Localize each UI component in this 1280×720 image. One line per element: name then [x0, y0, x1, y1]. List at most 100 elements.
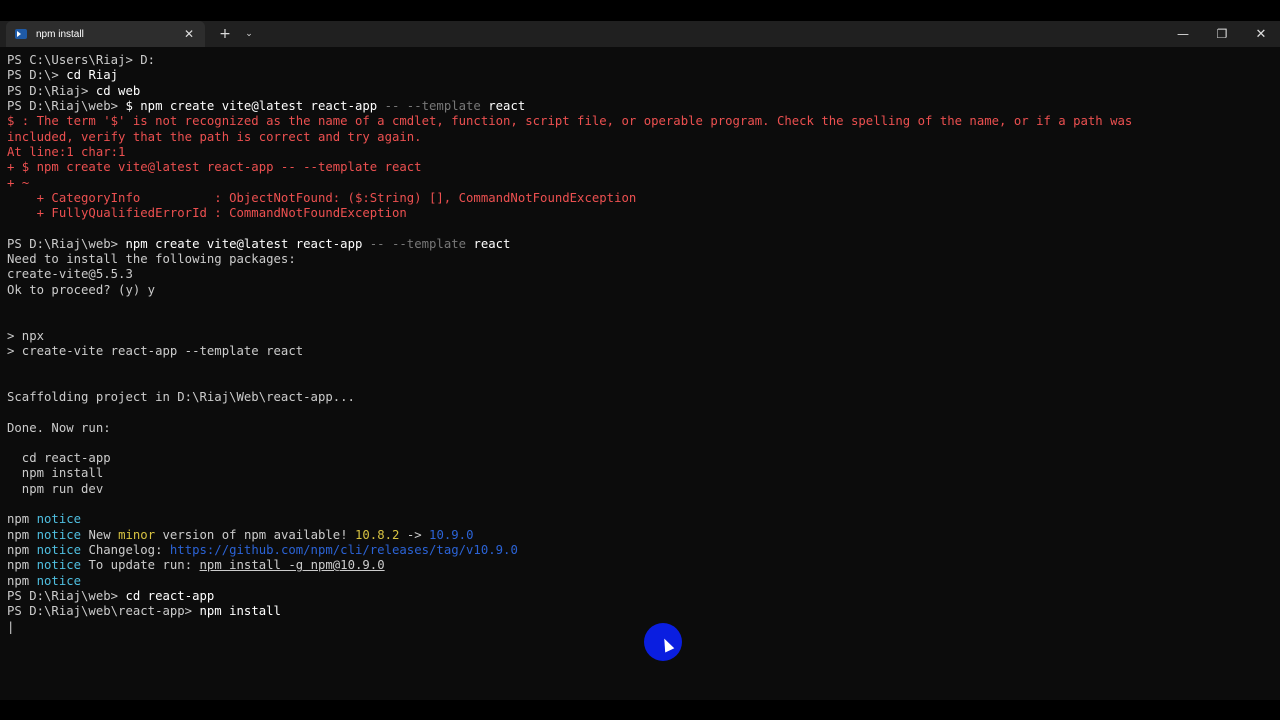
- terminal-line: At line:1 char:1: [7, 145, 1275, 160]
- terminal-line: cd react-app: [7, 451, 1275, 466]
- terminal-text: react: [473, 236, 511, 251]
- terminal-text: npm: [7, 558, 37, 573]
- letterbox-top: [0, 0, 1280, 21]
- terminal-text: 10.9.0: [429, 527, 474, 542]
- chevron-down-icon[interactable]: ⌄: [240, 21, 258, 47]
- terminal-line: included, verify that the path is correc…: [7, 130, 1275, 145]
- terminal-text: > create-vite react-app --template react: [7, 343, 304, 358]
- title-bar: npm install ✕ + ⌄ — ❐ ✕: [0, 21, 1280, 47]
- terminal-text: New: [81, 527, 119, 542]
- terminal-line: npm run dev: [7, 482, 1275, 497]
- terminal-text: Changelog:: [81, 543, 170, 557]
- terminal-window: npm install ✕ + ⌄ — ❐ ✕ PS C:\Users\Riaj…: [0, 21, 1280, 700]
- terminal-text: PS D:\Riaj\web>: [7, 236, 126, 251]
- terminal-line: + FullyQualifiedErrorId : CommandNotFoun…: [7, 206, 1275, 221]
- terminal-text: version of npm available!: [155, 527, 355, 542]
- terminal-text: npm: [7, 543, 37, 557]
- terminal-line: |: [7, 620, 1275, 635]
- terminal-text: cd Riaj: [66, 68, 119, 83]
- terminal-line: npm notice To update run: npm install -g…: [7, 558, 1275, 573]
- terminal-text: minor: [118, 527, 156, 542]
- terminal-text: PS C:\Users\Riaj> D:: [7, 53, 156, 67]
- terminal-text: included, verify that the path is correc…: [7, 129, 422, 144]
- terminal-text: npm: [7, 512, 37, 527]
- letterbox-bottom: [0, 700, 1280, 720]
- terminal-text: $ : The term '$' is not recognized as th…: [7, 114, 1133, 129]
- terminal-line: + ~: [7, 176, 1275, 191]
- terminal-text: At line:1 char:1: [7, 144, 126, 159]
- terminal-text: PS D:\Riaj\web>: [7, 588, 126, 603]
- terminal-text: npm: [7, 527, 37, 542]
- terminal-line: $ : The term '$' is not recognized as th…: [7, 114, 1275, 129]
- terminal-line: Need to install the following packages:: [7, 252, 1275, 267]
- terminal-text: PS D:\Riaj\web\react-app>: [7, 604, 200, 619]
- terminal-text: $ npm create vite@latest react-app: [125, 98, 385, 113]
- terminal-text: + ~: [7, 175, 30, 190]
- terminal-line: npm notice: [7, 512, 1275, 527]
- terminal-line: PS D:\Riaj\web> cd react-app: [7, 589, 1275, 604]
- tab-npm-install[interactable]: npm install ✕: [6, 21, 205, 47]
- terminal-line: Ok to proceed? (y) y: [7, 283, 1275, 298]
- terminal-line: + CategoryInfo : ObjectNotFound: ($:Stri…: [7, 191, 1275, 206]
- terminal-text: + CategoryInfo : ObjectNotFound: ($:Stri…: [7, 190, 637, 205]
- terminal-text: notice: [36, 512, 82, 527]
- close-icon[interactable]: ✕: [184, 27, 194, 41]
- terminal-text: notice: [36, 558, 82, 573]
- terminal-text: PS D:\>: [7, 68, 67, 83]
- terminal-text: To update run:: [81, 558, 200, 573]
- terminal-text: cd react-app: [7, 451, 111, 466]
- terminal-text: -- --template: [384, 98, 489, 113]
- terminal-line: PS C:\Users\Riaj> D:: [7, 53, 1275, 68]
- terminal-text: npm install: [199, 604, 281, 619]
- terminal-text: cd web: [95, 83, 141, 98]
- minimize-icon[interactable]: —: [1166, 21, 1200, 47]
- terminal-text: -- --template: [369, 236, 474, 251]
- terminal-line: > create-vite react-app --template react: [7, 344, 1275, 359]
- terminal-text: + FullyQualifiedErrorId : CommandNotFoun…: [7, 206, 407, 221]
- terminal-line: > npx: [7, 329, 1275, 344]
- powershell-icon: [15, 29, 27, 39]
- terminal-line: npm notice: [7, 574, 1275, 589]
- terminal-line: npm install: [7, 466, 1275, 481]
- terminal-text: https://github.com/npm/cli/releases/tag/…: [169, 543, 518, 557]
- plus-icon[interactable]: +: [214, 21, 236, 47]
- terminal-text: notice: [36, 527, 82, 542]
- terminal-text: + $ npm create vite@latest react-app -- …: [7, 160, 422, 175]
- terminal-line: PS D:\> cd Riaj: [7, 68, 1275, 83]
- terminal-line: Done. Now run:: [7, 421, 1275, 436]
- maximize-icon[interactable]: ❐: [1206, 21, 1238, 47]
- terminal-line: Scaffolding project in D:\Riaj\Web\react…: [7, 390, 1275, 405]
- terminal-text: notice: [36, 543, 82, 557]
- terminal-line: npm notice Changelog: https://github.com…: [7, 543, 1275, 558]
- terminal-text: npm: [7, 573, 37, 588]
- terminal-text: create-vite@5.5.3: [7, 267, 133, 282]
- terminal-text: notice: [36, 573, 82, 588]
- terminal-text: PS D:\Riaj>: [7, 83, 96, 98]
- terminal-text: Ok to proceed? (y) y: [7, 282, 156, 297]
- terminal-text: cd react-app: [125, 588, 215, 603]
- terminal-line: PS D:\Riaj\web> npm create vite@latest r…: [7, 237, 1275, 252]
- terminal-text: ->: [399, 527, 430, 542]
- terminal-text: react: [488, 98, 526, 113]
- terminal-output[interactable]: PS C:\Users\Riaj> D: PS D:\> cd Riaj PS D:…: [7, 53, 1275, 635]
- terminal-line: PS D:\Riaj> cd web: [7, 84, 1275, 99]
- close-window-icon[interactable]: ✕: [1244, 21, 1278, 47]
- terminal-line: npm notice New minor version of npm avai…: [7, 528, 1275, 543]
- terminal-line: + $ npm create vite@latest react-app -- …: [7, 160, 1275, 175]
- terminal-text: PS D:\Riaj\web>: [7, 98, 126, 113]
- terminal-text: |: [7, 619, 15, 634]
- terminal-line: PS D:\Riaj\web> $ npm create vite@latest…: [7, 99, 1275, 114]
- terminal-text: Need to install the following packages:: [7, 252, 296, 267]
- tab-title: npm install: [36, 28, 84, 40]
- terminal-text: > npx: [7, 328, 45, 343]
- terminal-text: npm install: [7, 466, 104, 481]
- terminal-text: npm install -g npm@10.9.0: [199, 558, 385, 573]
- terminal-line: create-vite@5.5.3: [7, 267, 1275, 282]
